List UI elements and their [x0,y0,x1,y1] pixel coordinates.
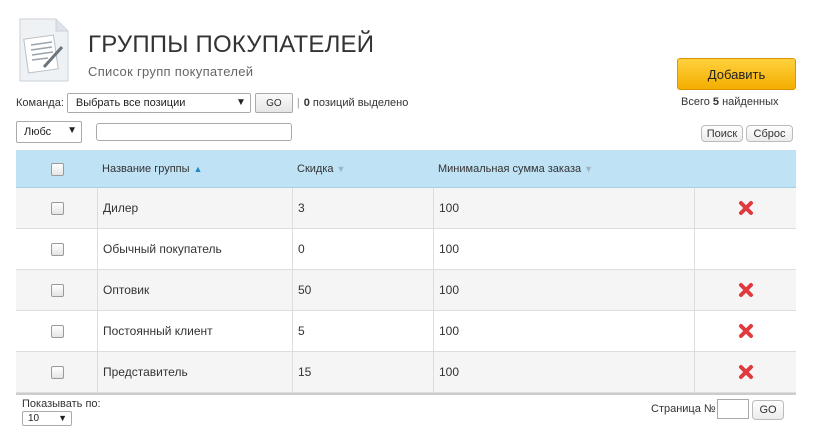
found-count: 5 [712,96,720,108]
table-header: Название группы ▲ Скидка ▼ Минимальная с… [16,150,796,188]
group-name: Оптовик [103,283,150,297]
sort-icon: ▼ [584,164,594,174]
row-checkbox[interactable] [50,201,64,215]
row-select-cell [16,270,98,310]
found-count-text: Всего 5 найденных [681,96,779,108]
row-select-cell [16,188,98,228]
discount-cell: 15 [298,352,311,392]
group-name: Представитель [103,365,188,379]
search-input[interactable] [96,123,292,141]
delete-icon[interactable] [738,200,754,216]
delete-icon[interactable] [738,282,754,298]
group-name-cell: Обычный покупатель [103,229,222,269]
add-button[interactable]: Добавить [677,58,796,90]
group-name-cell: Оптовик [103,270,149,310]
column-name-header[interactable]: Название группы ▲ [102,150,202,188]
sort-asc-icon: ▲ [193,164,203,174]
found-prefix: Всего [681,96,710,108]
min-order-cell: 100 [439,311,459,351]
discount-value: 0 [298,242,305,256]
document-icon [19,18,69,82]
group-name: Обычный покупатель [103,242,222,256]
select-all-checkbox[interactable] [50,162,64,176]
discount-value: 3 [298,201,305,215]
chevron-down-icon: ▼ [58,413,67,423]
per-page-value: 10 [28,413,40,424]
table-row: Обычный покупатель 0 100 [16,229,796,270]
column-min-order-header[interactable]: Минимальная сумма заказа ▼ [438,150,593,188]
group-name-cell: Дилер [103,188,138,228]
delete-cell [695,311,796,351]
command-label: Команда: [16,97,64,109]
delete-icon[interactable] [738,323,754,339]
group-name-cell: Представитель [103,352,188,392]
reset-button[interactable]: Сброс [746,125,793,142]
table-row: Представитель 15 100 [16,352,796,393]
group-name: Дилер [103,201,139,215]
per-page-select[interactable]: 10 ▼ [22,411,72,426]
table-row: Постоянный клиент 5 100 [16,311,796,352]
chevron-down-icon: ▼ [235,97,246,108]
row-checkbox[interactable] [50,283,64,297]
min-order-cell: 100 [439,270,459,310]
command-select-value: Выбрать все позиции [75,97,186,109]
delete-icon[interactable] [738,364,754,380]
command-select[interactable]: Выбрать все позиции ▼ [66,93,251,113]
column-discount-header[interactable]: Скидка ▼ [297,150,345,188]
row-select-cell [16,352,98,392]
group-name-cell: Постоянный клиент [103,311,213,351]
min-order-value: 100 [439,242,460,256]
per-page-label: Показывать по: [22,398,101,410]
command-go-button[interactable]: GO [254,93,293,113]
page-go-button[interactable]: GO [752,400,784,420]
discount-cell: 5 [298,311,305,351]
separator: | [296,97,300,109]
row-select-cell [16,229,98,269]
selected-count-text: 0 позиций выделено [304,97,409,109]
delete-cell [695,229,796,269]
column-name-label: Название группы [102,163,190,175]
filter-scope-select[interactable]: Любс ▼ [16,121,82,143]
selected-count: 0 [303,97,310,109]
page-number-input[interactable] [717,399,749,419]
filter-scope-value: Любс [24,126,52,138]
row-checkbox[interactable] [50,365,64,379]
select-all-cell [16,150,98,188]
discount-value: 15 [298,365,312,379]
group-name: Постоянный клиент [103,324,213,338]
min-order-value: 100 [439,324,460,338]
table-row: Дилер 3 100 [16,188,796,229]
min-order-value: 100 [439,201,460,215]
min-order-cell: 100 [439,229,459,269]
chevron-down-icon: ▼ [67,125,77,136]
delete-cell [695,188,796,228]
row-select-cell [16,311,98,351]
row-checkbox[interactable] [50,242,64,256]
min-order-value: 100 [439,365,460,379]
sort-icon: ▼ [336,164,346,174]
found-suffix: найденных [722,96,779,108]
discount-cell: 0 [298,229,305,269]
min-order-cell: 100 [439,352,459,392]
column-min-order-label: Минимальная сумма заказа [438,163,582,175]
search-button[interactable]: Поиск [701,125,743,142]
min-order-cell: 100 [439,188,459,228]
page-subtitle: Список групп покупателей [88,64,254,79]
discount-cell: 50 [298,270,311,310]
page-number-label: Страница № [651,403,716,415]
page-title: ГРУППЫ ПОКУПАТЕЛЕЙ [88,31,375,58]
discount-value: 5 [298,324,305,338]
delete-cell [695,352,796,392]
selected-suffix: позиций выделено [312,97,409,109]
customer-groups-table: Название группы ▲ Скидка ▼ Минимальная с… [16,150,796,395]
min-order-value: 100 [439,283,460,297]
command-bar: Команда: Выбрать все позиции ▼ GO | 0 по… [16,93,408,113]
discount-cell: 3 [298,188,305,228]
table-row: Оптовик 50 100 [16,270,796,311]
column-discount-label: Скидка [297,163,334,175]
table-body: Дилер 3 100 Обычный покупатель 0 100 Оптовик 50… [16,188,796,393]
delete-cell [695,270,796,310]
discount-value: 50 [298,283,312,297]
row-checkbox[interactable] [50,324,64,338]
